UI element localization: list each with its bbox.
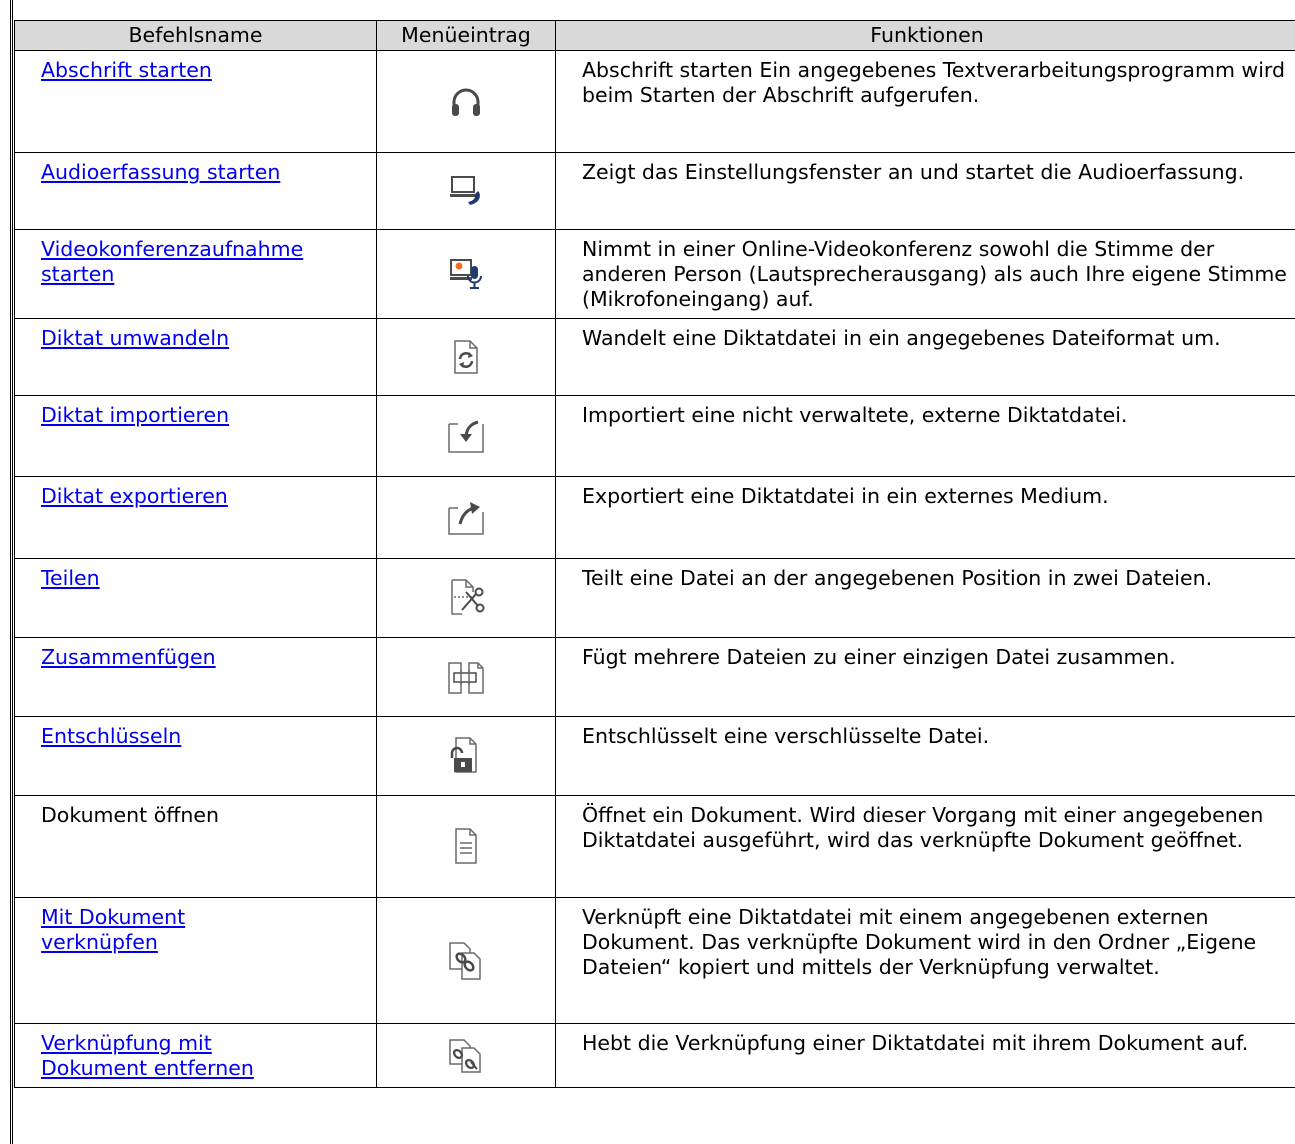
function-cell: Importiert eine nicht verwaltete, extern…	[555, 395, 1295, 477]
menu-icon-cell	[376, 476, 556, 559]
header-menu-entry: Menüeintrag	[376, 20, 556, 51]
table-row: Diktat importieren Importiert eine nicht…	[14, 395, 1295, 477]
command-link-zusammenfuegen[interactable]: Zusammenfügen	[41, 645, 216, 669]
menu-icon-cell	[376, 50, 556, 153]
function-cell: Exportiert eine Diktatdatei in ein exter…	[555, 476, 1295, 559]
table-row: Audioerfassung starten Zeigt das Einstel…	[14, 152, 1295, 230]
command-name-cell: Abschrift starten	[14, 50, 377, 153]
function-cell: Nimmt in einer Online-Videokonferenz sow…	[555, 229, 1295, 319]
menu-icon-cell	[376, 558, 556, 638]
menu-icon-cell	[376, 152, 556, 230]
command-link-entschluesseln[interactable]: Entschlüsseln	[41, 724, 181, 748]
unlink-document-icon	[449, 1038, 481, 1073]
function-cell: Hebt die Verknüpfung einer Diktatdatei m…	[555, 1023, 1295, 1088]
command-name-cell: Videokonferenzaufnahme starten	[14, 229, 377, 319]
document-icon	[455, 827, 477, 864]
link-document-icon	[449, 941, 481, 980]
menu-icon-cell	[376, 318, 556, 396]
table-header-row: Befehlsname Menüeintrag Funktionen	[14, 20, 1295, 51]
command-table: Befehlsname Menüeintrag Funktionen Absch…	[14, 20, 1295, 1088]
command-name-cell: Dokument öffnen	[14, 795, 377, 898]
menu-icon-cell	[376, 637, 556, 717]
split-scissors-icon	[451, 579, 485, 615]
function-cell: Fügt mehrere Dateien zu einer einzigen D…	[555, 637, 1295, 717]
export-tray-icon	[448, 501, 484, 535]
function-cell: Abschrift starten Ein angegebenes Textve…	[555, 50, 1295, 153]
table-row: Mit Dokument verknüpfen Verknüpft eine D…	[14, 897, 1295, 1024]
command-name-cell: Zusammenfügen	[14, 637, 377, 717]
table-row: Dokument öffnen Öffnet ein Dokument. Wir…	[14, 795, 1295, 898]
command-link-diktat-umwandeln[interactable]: Diktat umwandeln	[41, 326, 229, 350]
command-name-cell: Teilen	[14, 558, 377, 638]
function-cell: Zeigt das Einstellungsfenster an und sta…	[555, 152, 1295, 230]
unlock-file-icon	[450, 737, 477, 773]
table-row: Teilen Teilt eine Datei an der angegeben…	[14, 558, 1295, 638]
header-functions: Funktionen	[555, 20, 1295, 51]
function-cell: Entschlüsselt eine verschlüsselte Datei.	[555, 716, 1295, 796]
command-link-diktat-importieren[interactable]: Diktat importieren	[41, 403, 229, 427]
command-name-dokument-oeffnen: Dokument öffnen	[41, 803, 219, 827]
command-name-cell: Verknüpfung mit Dokument entfernen	[14, 1023, 377, 1088]
command-name-cell: Diktat importieren	[14, 395, 377, 477]
command-link-diktat-exportieren[interactable]: Diktat exportieren	[41, 484, 228, 508]
computer-phone-icon	[450, 176, 480, 205]
command-link-abschrift-starten[interactable]: Abschrift starten	[41, 58, 212, 82]
function-cell: Wandelt eine Diktatdatei in ein angegebe…	[555, 318, 1295, 396]
command-link-mit-dokument-verknuepfen[interactable]: Mit Dokument verknüpfen	[41, 905, 221, 955]
menu-icon-cell	[376, 229, 556, 319]
table-row: Diktat umwandeln Wandelt eine Diktatdate…	[14, 318, 1295, 396]
function-cell: Verknüpft eine Diktatdatei mit einem ang…	[555, 897, 1295, 1024]
header-command-name: Befehlsname	[14, 20, 377, 51]
headphones-icon	[452, 88, 480, 116]
command-name-cell: Diktat exportieren	[14, 476, 377, 559]
command-name-cell: Diktat umwandeln	[14, 318, 377, 396]
command-name-cell: Audioerfassung starten	[14, 152, 377, 230]
table-row: Entschlüsseln Entschlüsselt eine verschl…	[14, 716, 1295, 796]
video-conference-microphone-icon	[450, 259, 482, 289]
command-name-cell: Entschlüsseln	[14, 716, 377, 796]
command-link-teilen[interactable]: Teilen	[41, 566, 100, 590]
table-row: Abschrift starten Abschrift starten Ein …	[14, 50, 1295, 153]
import-tray-icon	[448, 420, 484, 453]
command-link-videokonferenzaufnahme-starten[interactable]: Videokonferenzaufnahme starten	[41, 237, 303, 286]
function-cell: Teilt eine Datei an der angegebenen Posi…	[555, 558, 1295, 638]
join-files-icon	[448, 662, 484, 694]
convert-file-icon	[454, 340, 478, 374]
table-row: Verknüpfung mit Dokument entfernen Hebt …	[14, 1023, 1295, 1088]
command-name-cell: Mit Dokument verknüpfen	[14, 897, 377, 1024]
menu-icon-cell	[376, 395, 556, 477]
table-row: Videokonferenzaufnahme starten Nimmt in …	[14, 229, 1295, 319]
menu-icon-cell	[376, 1023, 556, 1088]
menu-icon-cell	[376, 795, 556, 898]
command-link-verknuepfung-entfernen[interactable]: Verknüpfung mit Dokument entfernen	[41, 1031, 301, 1081]
function-cell: Öffnet ein Dokument. Wird dieser Vorgang…	[555, 795, 1295, 898]
menu-icon-cell	[376, 716, 556, 796]
table-row: Diktat exportieren Exportiert eine Dikta…	[14, 476, 1295, 559]
command-link-audioerfassung-starten[interactable]: Audioerfassung starten	[41, 160, 280, 184]
menu-icon-cell	[376, 897, 556, 1024]
table-row: Zusammenfügen Fügt mehrere Dateien zu ei…	[14, 637, 1295, 717]
